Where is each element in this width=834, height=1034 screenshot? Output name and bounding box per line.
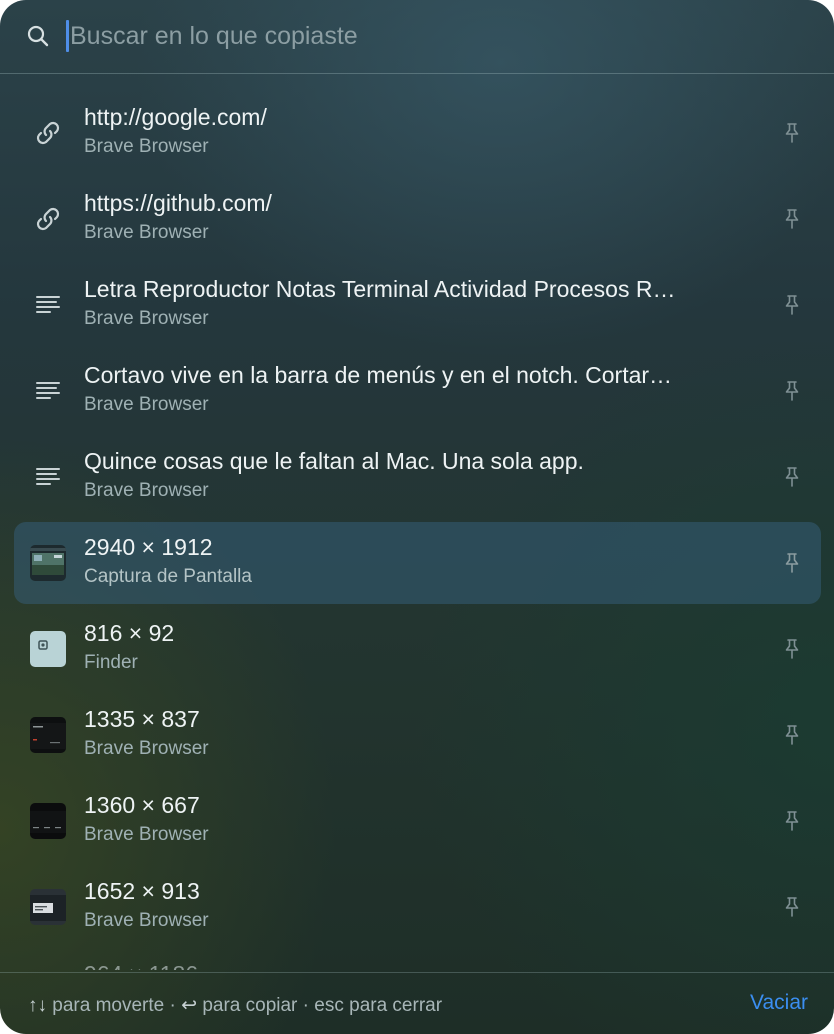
browser-thumbnail	[30, 803, 66, 839]
clipboard-list[interactable]: http://google.com/ Brave Browser https:/…	[0, 78, 834, 970]
clear-button[interactable]: Vaciar	[750, 991, 808, 1015]
item-source: Brave Browser	[84, 222, 209, 243]
item-source: Brave Browser	[84, 136, 209, 157]
clipboard-item[interactable]: Letra Reproductor Notas Terminal Activid…	[14, 264, 821, 346]
pin-icon[interactable]	[780, 379, 804, 403]
clipboard-item[interactable]: 1652 × 913 Brave Browser	[14, 866, 821, 948]
item-title: Letra Reproductor Notas Terminal Activid…	[84, 276, 676, 302]
search-input[interactable]	[70, 16, 770, 56]
clipboard-item[interactable]: https://github.com/ Brave Browser	[14, 178, 821, 260]
item-title: 1652 × 913	[84, 878, 200, 904]
hint-close: esc para cerrar	[314, 995, 443, 1016]
item-source: Brave Browser	[84, 308, 209, 329]
clipboard-history-panel: http://google.com/ Brave Browser https:/…	[0, 0, 834, 1034]
clipboard-item[interactable]: Quince cosas que le faltan al Mac. Una s…	[14, 436, 821, 518]
item-source: Finder	[84, 652, 138, 673]
text-caret	[66, 20, 69, 52]
item-title: https://github.com/	[84, 190, 272, 216]
item-source: Brave Browser	[84, 910, 209, 931]
pin-icon[interactable]	[780, 293, 804, 317]
clipboard-item[interactable]: 1335 × 837 Brave Browser	[14, 694, 821, 776]
pin-icon[interactable]	[780, 207, 804, 231]
pin-icon[interactable]	[780, 121, 804, 145]
clipboard-item[interactable]: 1360 × 667 Brave Browser	[14, 780, 821, 862]
screenshot-thumbnail	[30, 545, 66, 581]
item-title: http://google.com/	[84, 104, 267, 130]
hint-separator: ·	[169, 995, 176, 1016]
pin-icon[interactable]	[780, 637, 804, 661]
item-title: 1335 × 837	[84, 706, 200, 732]
item-title: 2940 × 1912	[84, 534, 213, 560]
link-icon	[36, 207, 60, 231]
text-lines-icon	[36, 382, 60, 399]
keyboard-hints: ↑↓ para moverte · ↩ para copiar · esc pa…	[28, 994, 442, 1017]
pin-icon[interactable]	[780, 551, 804, 575]
text-lines-icon	[36, 468, 60, 485]
item-source: Captura de Pantalla	[84, 566, 252, 587]
pin-icon[interactable]	[780, 723, 804, 747]
search-divider	[0, 73, 834, 74]
pin-icon[interactable]	[780, 809, 804, 833]
hint-copy: para copiar	[202, 995, 298, 1016]
partial-item-title: 964 × 1186	[84, 962, 198, 970]
item-source: Brave Browser	[84, 394, 209, 415]
hint-move: para moverte	[52, 995, 165, 1016]
clipboard-item[interactable]: 816 × 92 Finder	[14, 608, 821, 690]
pin-icon[interactable]	[780, 465, 804, 489]
link-icon	[36, 121, 60, 145]
clipboard-item[interactable]: http://google.com/ Brave Browser	[14, 92, 821, 174]
item-title: Quince cosas que le faltan al Mac. Una s…	[84, 448, 584, 474]
arrows-up-down-icon: ↑↓	[28, 995, 47, 1016]
item-source: Brave Browser	[84, 738, 209, 759]
text-lines-icon	[36, 296, 60, 313]
item-title: 816 × 92	[84, 620, 175, 646]
item-source: Brave Browser	[84, 480, 209, 501]
return-icon: ↩	[181, 995, 198, 1016]
browser-thumbnail	[30, 717, 66, 753]
hint-separator: ·	[302, 995, 309, 1016]
clipboard-item-selected[interactable]: 2940 × 1912 Captura de Pantalla	[14, 522, 821, 604]
browser-thumbnail	[30, 889, 66, 925]
pin-icon[interactable]	[780, 895, 804, 919]
search-bar	[0, 0, 834, 74]
item-source: Brave Browser	[84, 824, 209, 845]
item-title: 1360 × 667	[84, 792, 200, 818]
clipboard-item[interactable]: Cortavo vive en la barra de menús y en e…	[14, 350, 821, 432]
item-title: Cortavo vive en la barra de menús y en e…	[84, 362, 673, 388]
finder-thumbnail	[30, 631, 66, 667]
footer-bar: ↑↓ para moverte · ↩ para copiar · esc pa…	[0, 973, 834, 1034]
search-icon	[27, 25, 49, 47]
